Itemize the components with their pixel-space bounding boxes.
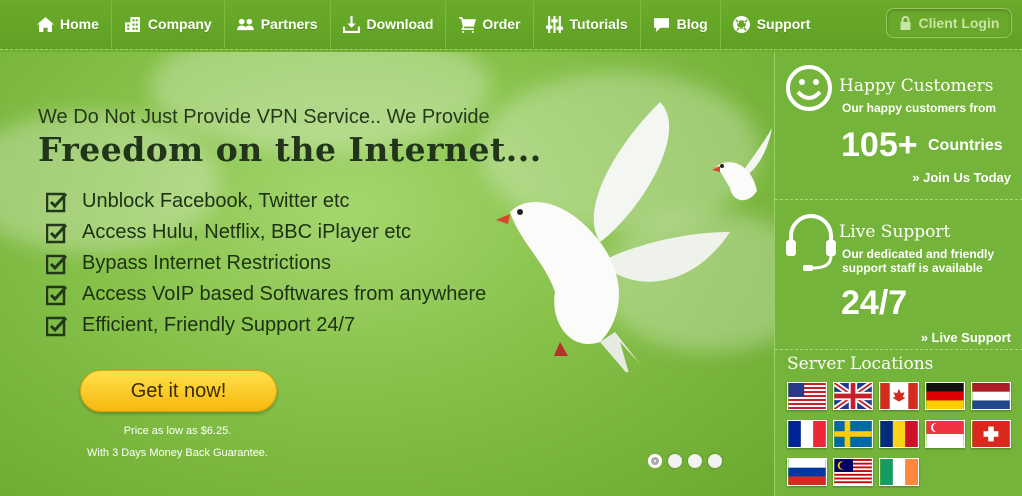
flag-romania[interactable] [879,420,919,448]
hero-banner: We Do Not Just Provide VPN Service.. We … [0,52,774,496]
nav-item-company[interactable]: Company [112,0,225,48]
nav-label: Partners [260,16,318,32]
flag-sweden[interactable] [833,420,873,448]
sliders-icon [546,15,564,33]
flag-ireland[interactable] [879,458,919,486]
hero-headline: Freedom on the Internet... [38,130,542,169]
hero-tagline: We Do Not Just Provide VPN Service.. We … [38,106,490,128]
nav-label: Tutorials [569,16,628,32]
top-navigation: Home Company Partners Download Order Tut… [0,0,1022,50]
flag-canada[interactable] [879,382,919,410]
lock-icon [900,16,911,30]
flag-united-states[interactable] [787,382,827,410]
join-us-link[interactable]: » Join Us Today [912,170,1011,185]
checkbox-icon [46,192,68,212]
sidebar-panel: Happy Customers Our happy customers from… [774,52,1022,496]
nav-label: Download [366,16,434,32]
live-support-subtitle-2: support staff is available [842,261,983,275]
checkbox-icon [46,223,68,243]
feature-item: Access Hulu, Netflix, BBC iPlayer etc [46,217,486,248]
feature-text: Access Hulu, Netflix, BBC iPlayer etc [82,221,411,243]
feature-list: Unblock Facebook, Twitter etc Access Hul… [46,186,486,341]
download-icon [343,15,361,33]
feature-item: Efficient, Friendly Support 24/7 [46,310,486,341]
flag-switzerland[interactable] [971,420,1011,448]
flag-russia[interactable] [787,458,827,486]
feature-text: Access VoIP based Softwares from anywher… [82,283,487,305]
nav-label: Home [60,16,99,32]
feature-text: Efficient, Friendly Support 24/7 [82,314,356,336]
nav-item-support[interactable]: Support [721,0,823,48]
checkbox-icon [46,254,68,274]
flag-united-kingdom[interactable] [833,382,873,410]
users-icon [237,15,255,33]
slider-dots [648,454,728,468]
live-support-subtitle-1: Our dedicated and friendly [842,247,995,261]
flag-malaysia[interactable] [833,458,873,486]
nav-label: Blog [676,16,708,32]
nav-item-download[interactable]: Download [331,0,447,48]
nav-item-partners[interactable]: Partners [225,0,331,48]
nav-label: Company [147,16,212,32]
nav-item-tutorials[interactable]: Tutorials [534,0,641,48]
nav-item-home[interactable]: Home [24,0,112,48]
nav-item-blog[interactable]: Blog [641,0,721,48]
checkbox-icon [46,316,68,336]
nav-item-order[interactable]: Order [446,0,534,48]
happy-customers-title: Happy Customers [839,76,994,96]
headset-icon [786,214,836,271]
server-locations-title: Server Locations [787,354,934,374]
flag-germany[interactable] [925,382,965,410]
cart-icon [458,15,476,33]
country-count: 105+ [841,126,918,164]
home-icon [36,15,54,33]
building-icon [124,15,142,33]
small-dove-illustration [712,128,772,201]
happy-customers-subtitle: Our happy customers from [842,101,997,115]
support-hours: 24/7 [841,284,908,322]
slider-dot[interactable] [708,454,722,468]
price-text: Price as low as $6.25. [123,425,232,437]
live-support-link[interactable]: » Live Support [921,330,1011,345]
nav-label: Support [756,16,811,32]
feature-text: Bypass Internet Restrictions [82,252,331,274]
slider-dot[interactable] [668,454,682,468]
guarantee-text: With 3 Days Money Back Guarantee. [87,447,268,459]
nav-label: Order [482,16,521,32]
smiley-icon [786,65,832,111]
get-it-now-button[interactable]: Get it now! [80,370,277,412]
flag-singapore[interactable] [925,420,965,448]
slider-dot[interactable] [648,454,662,468]
checkbox-icon [46,285,68,305]
feature-item: Access VoIP based Softwares from anywher… [46,279,486,310]
feature-item: Bypass Internet Restrictions [46,248,486,279]
nav-menu: Home Company Partners Download Order Tut… [24,0,822,50]
dove-illustration [496,102,730,372]
live-support-section: Live Support Our dedicated and friendly … [775,202,1022,350]
feature-text: Unblock Facebook, Twitter etc [82,190,350,212]
country-count-suffix: Countries [928,137,1003,154]
lifebuoy-icon [733,15,751,33]
live-support-title: Live Support [839,222,951,242]
happy-customers-section: Happy Customers Our happy customers from… [775,52,1022,200]
flag-france[interactable] [787,420,827,448]
flag-netherlands[interactable] [971,382,1011,410]
client-login-label: Client Login [918,15,1000,31]
server-flags-grid [787,382,1011,486]
client-login-button[interactable]: Client Login [886,8,1012,38]
slider-dot[interactable] [688,454,702,468]
feature-item: Unblock Facebook, Twitter etc [46,186,486,217]
chat-icon [653,15,671,33]
